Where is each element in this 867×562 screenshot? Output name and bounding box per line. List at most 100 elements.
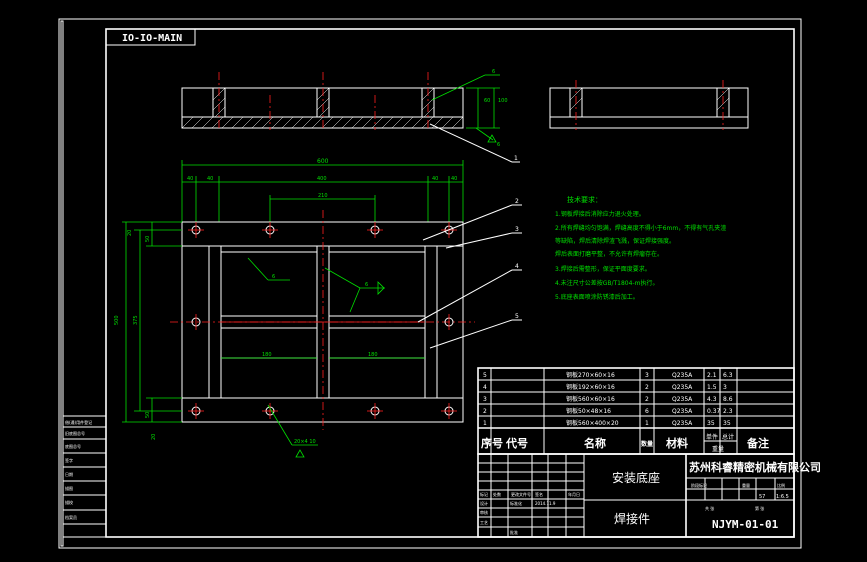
tb-date-label: 年月日	[568, 491, 580, 497]
parts-cell-material: Q235A	[672, 408, 693, 415]
parts-cell-unit: 1.5	[707, 384, 717, 391]
tech-req-item: 4.未注尺寸公差按GB/T1804-m执行。	[555, 279, 658, 287]
weld-size-label-center: 6	[365, 282, 368, 288]
dim-inner-width: 400	[317, 176, 327, 182]
tb-weight-label: 重量	[742, 482, 750, 488]
parts-cell-total: 3	[723, 384, 727, 391]
parts-cell-no: 3	[483, 396, 487, 403]
tb-sheet-index: 第 张	[755, 505, 764, 511]
parts-cell-name: 钢板50×48×16	[566, 407, 611, 415]
strip-label: 描图	[65, 485, 73, 491]
dim-hole-spacing-210: 210	[318, 193, 328, 199]
parts-cell-qty: 6	[645, 408, 649, 415]
col-header-no: 序号	[481, 436, 503, 450]
dim-edge-40-right-2: 40	[451, 176, 457, 182]
tech-req-item: 等缺陷，焊后清除焊渣飞溅，保证焊接强度。	[555, 237, 675, 245]
parts-cell-material: Q235A	[672, 396, 693, 403]
plan-view: 600 40 40 400 40 40 210 180 180 500 375 …	[114, 158, 522, 458]
dim-edge-40-left-2: 40	[207, 176, 213, 182]
tech-req-item: 2.所有焊缝均匀饱满，焊缝高度不得小于6mm，不得有气孔夹渣	[555, 224, 726, 232]
tb-approve-label: 批准	[510, 529, 518, 535]
dim-total-width: 600	[317, 158, 329, 165]
parts-cell-total: 6.3	[723, 372, 733, 379]
tb-standard-label: 标准化	[510, 500, 522, 506]
weld-size-label-top: 6	[492, 69, 495, 75]
tech-req-item: 3.焊接后需整形，保证平面度要求。	[555, 265, 651, 273]
tb-process-label: 工艺	[480, 520, 488, 525]
header-tag: IO-IO-MAIN	[122, 33, 182, 44]
col-header-total: 总计	[722, 433, 734, 441]
dim-bay-180-left: 180	[262, 352, 272, 358]
col-header-code: 代号	[505, 436, 528, 450]
tb-change-doc-label: 更改文件号	[511, 491, 531, 497]
parts-cell-name: 钢板270×60×16	[566, 371, 615, 379]
parts-cell-name: 钢板560×60×16	[566, 395, 615, 403]
tb-design-date: 2014.11.9	[535, 501, 556, 506]
dim-hole-span-depth: 375	[133, 315, 139, 325]
weld-size-label-left: 6	[272, 274, 275, 280]
front-section-view: 60 100 6 6 1	[181, 69, 520, 163]
dim-edge-40-right: 40	[432, 176, 438, 182]
drawing-number: NJYM-01-01	[712, 518, 779, 531]
parts-cell-total: 35	[723, 420, 731, 427]
dim-total-depth: 500	[114, 315, 120, 325]
strip-label: 底图总号	[65, 443, 81, 449]
col-header-qty: 数量	[641, 440, 653, 448]
strip-label: 描校	[65, 499, 73, 505]
strip-label: 签字	[65, 457, 73, 463]
tech-req-item: 1.钢板焊接后消除应力退火处理。	[555, 210, 645, 218]
parts-cell-material: Q235A	[672, 372, 693, 379]
dim-strip-top: 50	[145, 236, 151, 242]
dim-height-100: 100	[498, 98, 508, 104]
leader-number-3: 3	[515, 226, 519, 233]
parts-cell-total: 2.3	[723, 408, 733, 415]
tb-sign-label: 签名	[535, 491, 543, 497]
col-header-single: 单件	[706, 433, 718, 441]
tb-mark-label: 标记	[480, 491, 488, 497]
parts-cell-total: 8.6	[723, 396, 733, 403]
dim-strip-bottom: 50	[145, 412, 151, 418]
company-name: 苏州科睿精密机械有限公司	[689, 460, 821, 474]
tb-designer-label: 设计	[480, 500, 488, 506]
leader-number-1: 1	[514, 155, 518, 162]
parts-cell-material: Q235A	[672, 420, 693, 427]
parts-cell-qty: 3	[645, 372, 649, 379]
parts-cell-no: 2	[483, 408, 487, 415]
tb-scale-value: 1:6.5	[776, 494, 789, 500]
tech-requirements: 技术要求： 1.钢板焊接后消除应力退火处理。 2.所有焊缝均匀饱满，焊缝高度不得…	[555, 195, 726, 301]
parts-cell-unit: 35	[707, 420, 715, 427]
parts-cell-no: 4	[483, 384, 487, 391]
strip-label: 旧底图总号	[65, 430, 85, 436]
parts-cell-name: 钢板192×60×16	[566, 383, 615, 391]
strip-label: 借(通)用件登记	[65, 419, 92, 425]
parts-cell-name: 钢板560×400×20	[566, 419, 619, 427]
side-section-view	[549, 80, 749, 130]
leader-number-2: 2	[515, 198, 519, 205]
col-header-name: 名称	[584, 436, 606, 450]
col-header-remark: 备注	[746, 436, 769, 450]
tech-req-item: 5.底座表面喷涂防锈漆后加工。	[555, 293, 639, 301]
weld-note-bottom: 20×4 10	[294, 439, 316, 445]
part-type: 焊接件	[614, 511, 650, 526]
parts-cell-no: 5	[483, 372, 487, 379]
dim-bay-180-right: 180	[368, 352, 378, 358]
parts-cell-material: Q235A	[672, 384, 693, 391]
tb-sheet-count: 共 张	[705, 505, 714, 511]
dim-edge-40-left: 40	[187, 176, 193, 182]
dim-edge-bottom: 20	[151, 434, 157, 440]
strip-label: 档案员	[65, 514, 77, 520]
dim-height-60: 60	[484, 98, 490, 104]
tb-count-label: 处数	[493, 491, 501, 497]
col-header-weight: 重量	[712, 445, 724, 453]
leader-number-5: 5	[515, 313, 519, 320]
parts-cell-no: 1	[483, 420, 487, 427]
dim-edge-top: 20	[127, 230, 133, 236]
tech-req-item: 焊后表面打磨平整，不允许有焊瘤存在。	[555, 250, 663, 258]
cad-drawing-viewport[interactable]: IO-IO-MAIN 60 100 6 6 1 600 40 40 400 40…	[0, 0, 867, 562]
tb-scale-label: 比例	[777, 482, 785, 488]
parts-cell-qty: 2	[645, 384, 649, 391]
tb-weight-value: 57	[759, 494, 765, 500]
drawing-canvas: IO-IO-MAIN 60 100 6 6 1 600 40 40 400 40…	[58, 18, 821, 549]
leader-number-4: 4	[515, 263, 519, 270]
tb-stage-label: 阶段标记	[691, 482, 707, 488]
